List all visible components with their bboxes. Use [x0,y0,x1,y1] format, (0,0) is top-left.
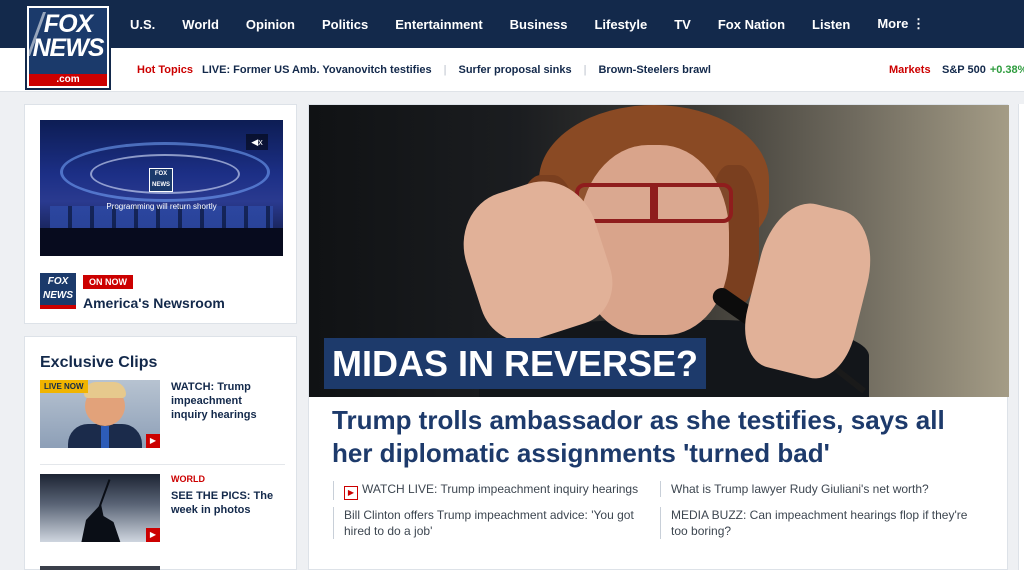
related-link[interactable]: What is Trump lawyer Rudy Giuliani's net… [660,481,971,497]
nav-lifestyle[interactable]: Lifestyle [594,17,647,32]
hot-topics-list: LIVE: Former US Amb. Yovanovitch testifi… [202,64,711,76]
divider [333,507,334,539]
nav-listen[interactable]: Listen [812,17,850,32]
hero-figure [650,185,658,221]
clip-thumbnail[interactable]: LIVE NOW ▶ [40,380,160,448]
nav-fox-nation[interactable]: Fox Nation [718,17,785,32]
related-link-text: WATCH LIVE: Trump impeachment inquiry he… [362,482,639,496]
clip-title[interactable]: WATCH: Trump impeachment inquiry hearing… [171,380,281,422]
nav-world[interactable]: World [182,17,219,32]
play-icon[interactable]: ▶ [146,528,160,542]
right-rail-card [1018,104,1024,570]
clip-title[interactable]: SEE THE PICS: The week in photos [171,489,281,517]
hero-overlay-title[interactable]: MIDAS IN REVERSE? [324,338,707,389]
nav-tv[interactable]: TV [674,17,691,32]
related-link-text: Bill Clinton offers Trump impeachment ad… [344,508,634,538]
top-nav-bar: U.S. World Opinion Politics Entertainmen… [0,0,1024,48]
main-nav: U.S. World Opinion Politics Entertainmen… [130,0,925,48]
divider [40,464,285,465]
hot-topic-link[interactable]: Surfer proposal sinks [458,64,571,76]
related-link-text: What is Trump lawyer Rudy Giuliani's net… [671,482,929,496]
thumbnail-figure [81,504,121,542]
clip-thumbnail[interactable]: ▶ [40,474,160,542]
nav-more[interactable]: More ⋮ [877,16,925,32]
logo-domain: .com [29,74,107,86]
mute-icon[interactable]: ◀x [246,134,268,150]
markets-link[interactable]: Markets [889,64,931,76]
fox-news-channel-icon: FOX NEWS [40,273,76,309]
related-link[interactable]: MEDIA BUZZ: Can impeachment hearings flo… [660,507,971,539]
related-link[interactable]: ▶ WATCH LIVE: Trump impeachment inquiry h… [333,481,644,500]
nav-us[interactable]: U.S. [130,17,155,32]
related-link[interactable]: Bill Clinton offers Trump impeachment ad… [333,507,644,539]
live-now-badge: LIVE NOW [40,380,88,393]
on-now-badge: ON NOW [83,275,133,289]
nav-opinion[interactable]: Opinion [246,17,295,32]
list-item[interactable]: ▶ WORLD SEE THE PICS: The week in photos [40,474,285,544]
next-clip-thumbnail[interactable] [40,566,160,570]
section-heading: Exclusive Clips [40,354,158,371]
nav-politics[interactable]: Politics [322,17,368,32]
show-title[interactable]: America's Newsroom [83,295,225,311]
divider [660,507,661,539]
related-link-text: MEDIA BUZZ: Can impeachment hearings flo… [671,508,968,538]
divider [660,481,661,497]
divider [333,481,334,500]
studio-desk [40,228,283,256]
list-item[interactable]: LIVE NOW ▶ WATCH: Trump impeachment inqu… [40,380,285,465]
thumbnail-figure [84,382,126,398]
fox-news-channel-icon: FOX NEWS [149,168,173,192]
hot-topics-bar: Hot Topics LIVE: Former US Amb. Yovanovi… [0,48,1024,92]
fox-news-logo[interactable]: FOX NEWS .com [25,4,111,90]
divider: | [583,64,587,76]
video-player[interactable]: FOX NEWS Programming will return shortly … [40,120,283,256]
main-story-card: MIDAS IN REVERSE? Trump trolls ambassado… [308,104,1009,570]
sp500-label: S&P 500 [942,64,986,76]
sp500-change: +0.38% [989,64,1024,76]
sp500-ticker[interactable]: S&P 500 +0.38% [942,64,1024,76]
hot-topic-link[interactable]: Brown-Steelers brawl [598,64,710,76]
hero-image[interactable]: MIDAS IN REVERSE? [309,105,1009,397]
play-icon[interactable]: ▶ [146,434,160,448]
divider: | [443,64,447,76]
thumbnail-figure [101,426,109,448]
video-icon: ▶ [344,486,358,500]
nav-entertainment[interactable]: Entertainment [395,17,482,32]
nav-business[interactable]: Business [510,17,568,32]
hot-topic-link[interactable]: LIVE: Former US Amb. Yovanovitch testifi… [202,64,432,76]
exclusive-clips-card: Exclusive Clips LIVE NOW ▶ WATCH: Trump … [24,336,297,570]
logo-wordmark: FOX NEWS [32,10,105,62]
live-player-card: FOX NEWS Programming will return shortly … [24,104,297,324]
clip-kicker[interactable]: WORLD [171,474,205,484]
hot-topics-label: Hot Topics [137,64,194,76]
programming-status: Programming will return shortly [106,202,217,211]
main-headline[interactable]: Trump trolls ambassador as she testifies… [332,404,982,470]
